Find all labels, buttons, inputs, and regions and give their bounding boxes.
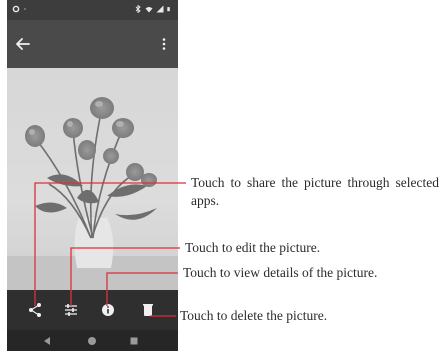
status-bar <box>7 0 178 20</box>
app-bar <box>7 20 178 68</box>
nav-recents-icon[interactable] <box>128 335 140 347</box>
info-icon[interactable] <box>99 301 117 319</box>
share-callout: Touch to share the picture through selec… <box>191 175 439 208</box>
nav-home-icon[interactable] <box>86 335 98 347</box>
system-nav-bar <box>7 330 178 351</box>
notification-dot-icon <box>24 8 26 10</box>
arrow-back-icon[interactable] <box>11 32 35 56</box>
settings-icon <box>12 5 20 13</box>
battery-icon <box>167 7 170 12</box>
edit-callout: Touch to edit the picture. <box>185 240 321 255</box>
signal-icon <box>156 5 164 13</box>
picture-action-bar <box>7 290 178 330</box>
bluetooth-icon <box>135 5 141 13</box>
delete-callout: Touch to delete the picture. <box>180 308 328 323</box>
more-vert-icon[interactable] <box>152 32 176 56</box>
delete-icon[interactable] <box>139 301 157 319</box>
flower-photo <box>7 68 178 290</box>
wifi-icon <box>145 7 153 13</box>
picture-preview[interactable] <box>7 68 178 290</box>
phone-screen <box>7 0 178 351</box>
details-callout: Touch to view details of the picture. <box>183 265 378 280</box>
nav-back-icon[interactable] <box>41 335 53 347</box>
share-icon[interactable] <box>26 301 44 319</box>
edit-icon[interactable] <box>62 301 80 319</box>
